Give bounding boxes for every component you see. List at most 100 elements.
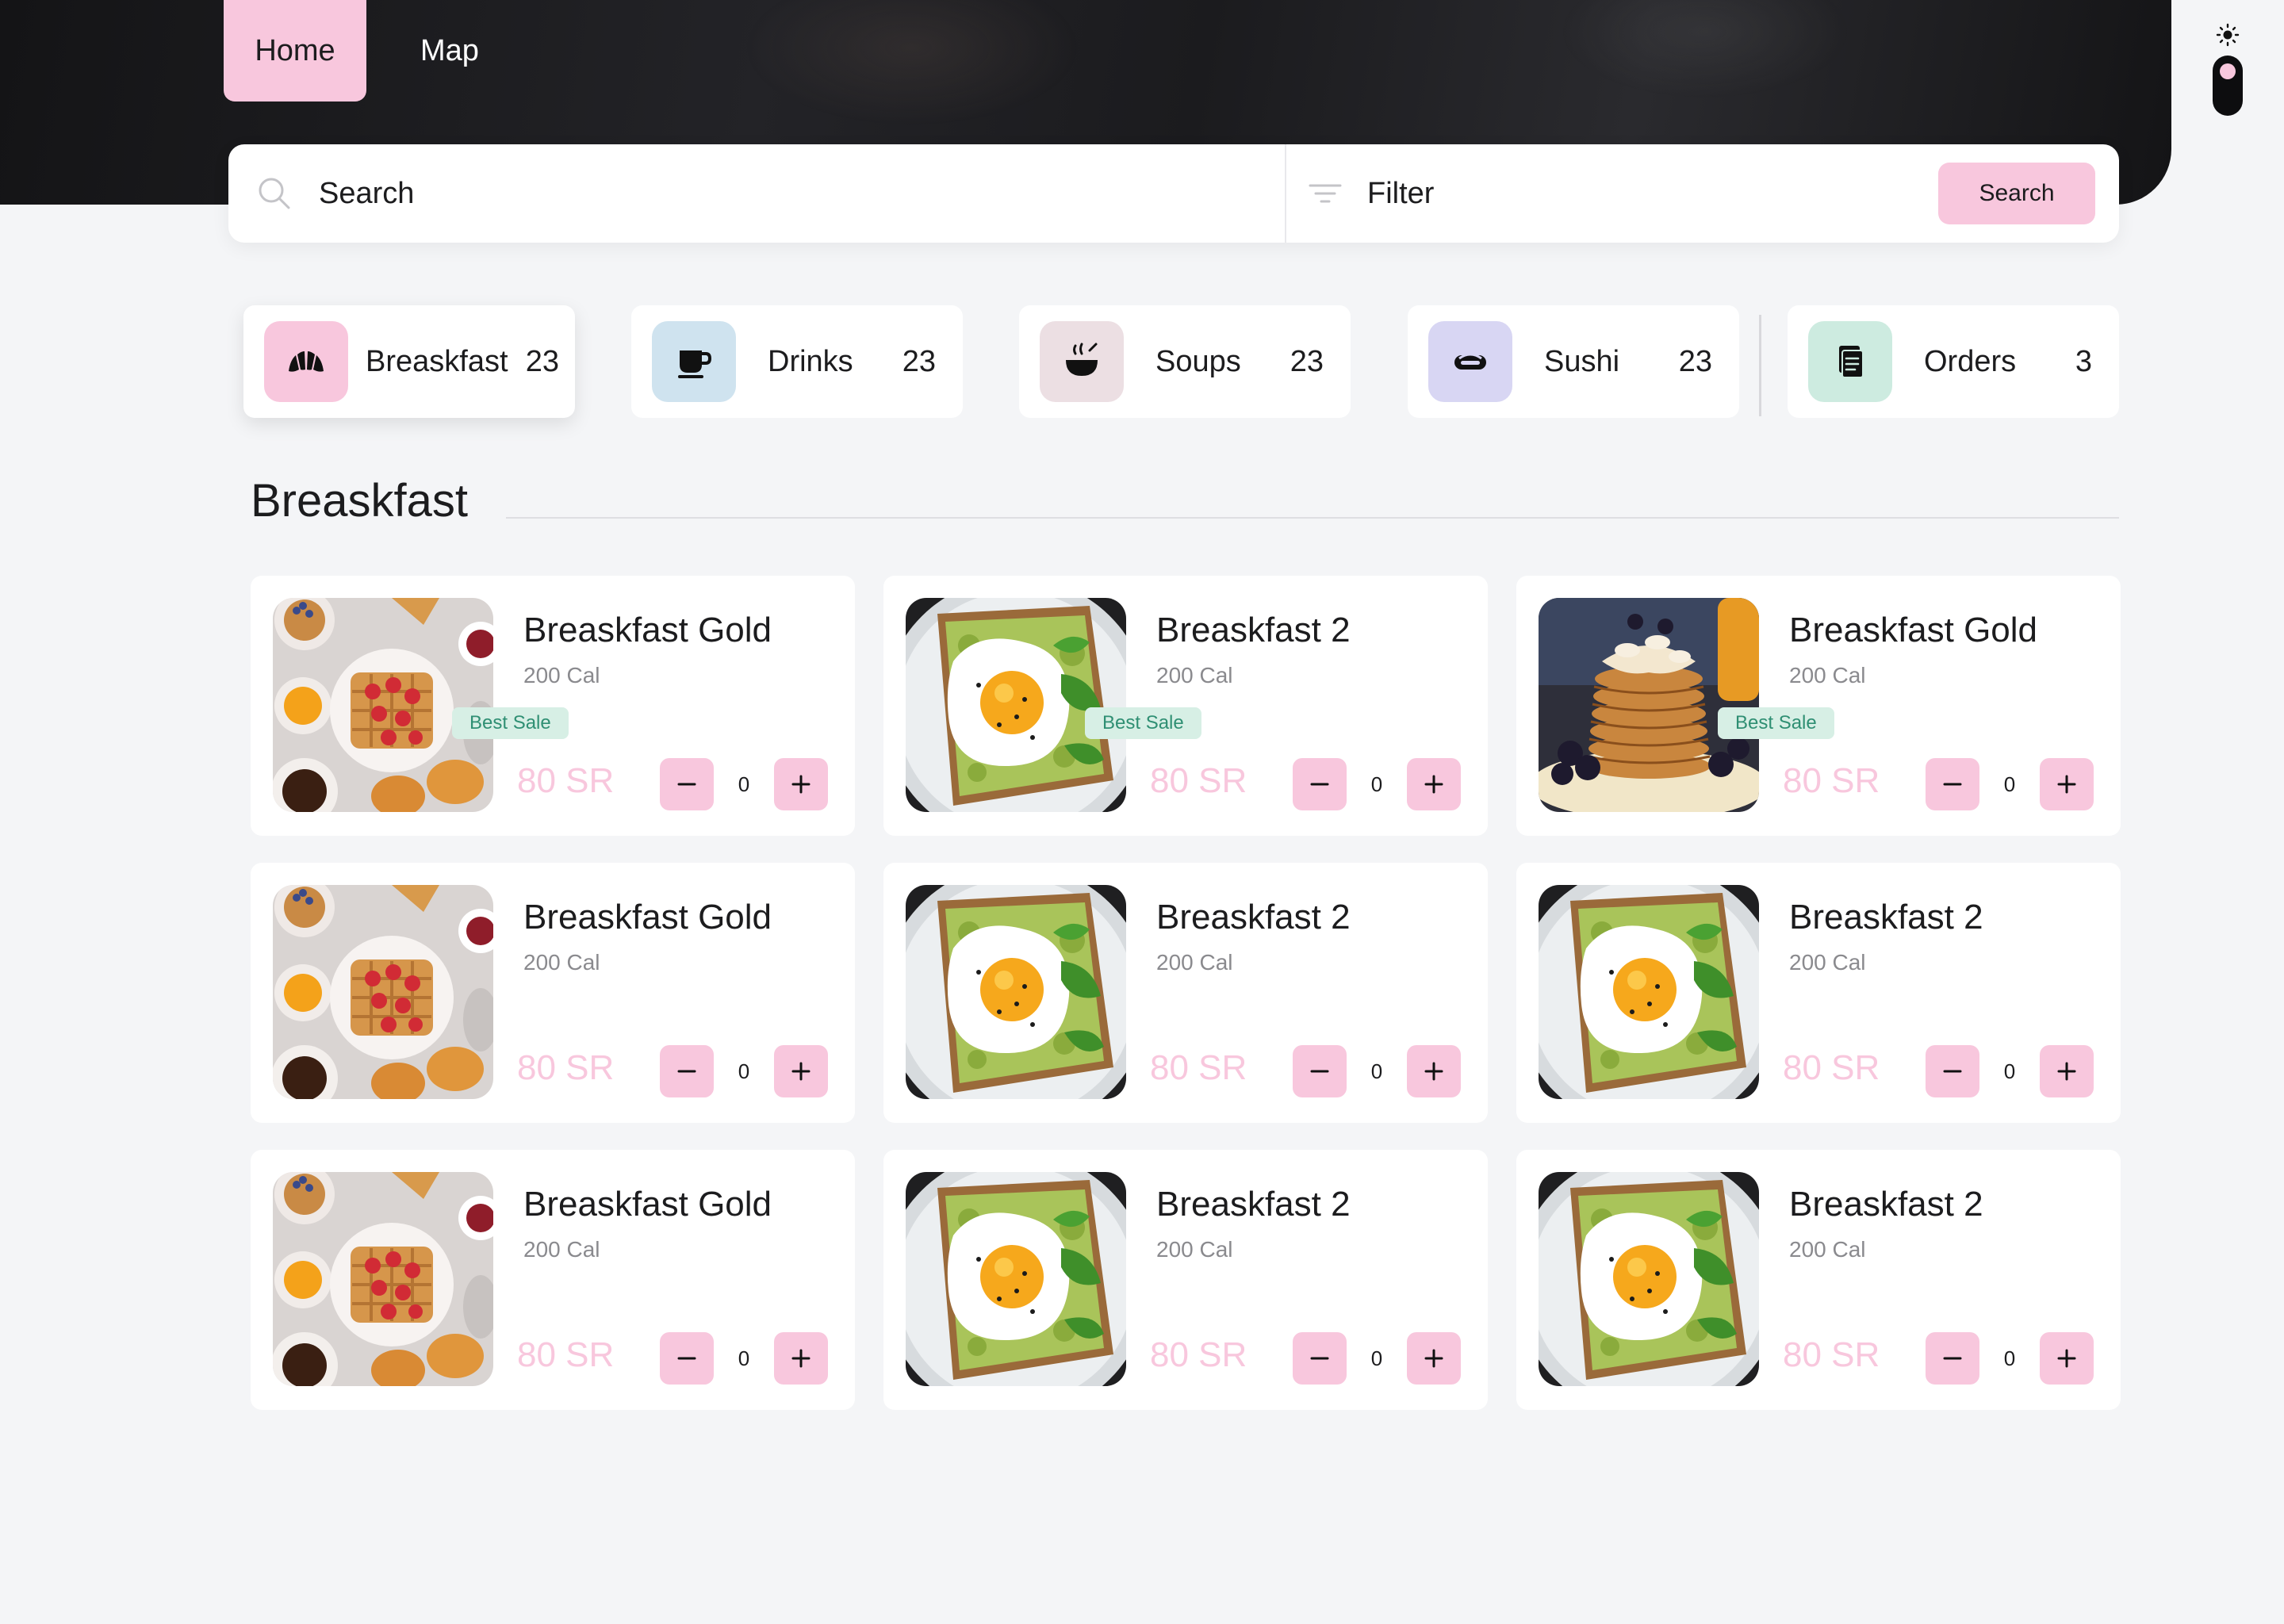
product-title: Breaskfast Gold	[1789, 611, 2038, 649]
sun-icon	[2216, 23, 2240, 47]
decrease-button[interactable]	[660, 758, 714, 810]
product-card[interactable]: Breaskfast 2 200 Cal 80 SR 0	[1516, 863, 2121, 1123]
product-grid: Breaskfast Gold 200 Cal Best Sale 80 SR 0 Br…	[251, 576, 2121, 1410]
section-divider	[506, 517, 2119, 519]
product-card[interactable]: Breaskfast 2 200 Cal Best Sale 80 SR 0	[883, 576, 1488, 836]
sushi-icon	[1454, 353, 1486, 370]
theme-toggle[interactable]	[2213, 22, 2243, 146]
filter-section[interactable]: Filter Search	[1286, 144, 2119, 243]
quantity-value: 0	[1370, 772, 1383, 796]
product-title: Breaskfast 2	[1156, 898, 1351, 936]
minus-icon	[1310, 1070, 1329, 1073]
decrease-button[interactable]	[1926, 758, 1979, 810]
product-image	[1539, 598, 1759, 812]
category-soups[interactable]: Soups 23	[1019, 305, 1351, 418]
category-label: Orders	[1924, 344, 2017, 378]
category-icon-bg	[1040, 321, 1124, 402]
product-card[interactable]: Breaskfast Gold 200 Cal 80 SR 0	[251, 863, 855, 1123]
product-calories: 200 Cal	[1156, 663, 1233, 688]
filter-icon	[1309, 184, 1342, 203]
decrease-button[interactable]	[1926, 1332, 1979, 1385]
product-price: 80 SR	[517, 761, 615, 800]
increase-button[interactable]	[1407, 1045, 1461, 1097]
increase-button[interactable]	[2040, 758, 2094, 810]
product-card[interactable]: Breaskfast Gold 200 Cal Best Sale 80 SR 0	[1516, 576, 2121, 836]
product-card[interactable]: Breaskfast Gold 200 Cal Best Sale 80 SR 0	[251, 576, 855, 836]
minus-icon	[1943, 783, 1962, 786]
quantity-stepper: 0	[1926, 1332, 2094, 1385]
product-price: 80 SR	[1783, 761, 1880, 800]
quantity-stepper: 0	[660, 1332, 828, 1385]
pancake-stack-image	[1539, 598, 1759, 812]
product-calories: 200 Cal	[523, 950, 600, 975]
plus-icon	[2057, 1062, 2076, 1081]
increase-button[interactable]	[774, 1332, 828, 1385]
decrease-button[interactable]	[1293, 758, 1347, 810]
category-icon-bg	[1428, 321, 1512, 402]
search-input[interactable]	[317, 175, 1034, 212]
product-price: 80 SR	[517, 1335, 615, 1374]
quantity-stepper: 0	[1293, 758, 1461, 810]
quantity-value: 0	[738, 1059, 750, 1083]
decrease-button[interactable]	[660, 1045, 714, 1097]
waffle-spread-image	[273, 598, 493, 812]
product-card[interactable]: Breaskfast 2 200 Cal 80 SR 0	[883, 863, 1488, 1123]
moon-icon	[2222, 127, 2230, 143]
quantity-stepper: 0	[1926, 1045, 2094, 1097]
theme-switch[interactable]	[2213, 56, 2243, 116]
plus-icon	[1424, 1349, 1443, 1368]
category-orders[interactable]: Orders 3	[1788, 305, 2119, 418]
minus-icon	[677, 783, 696, 786]
category-drinks[interactable]: Drinks 23	[631, 305, 963, 418]
category-breakfast[interactable]: Breaskfast 23	[243, 305, 575, 418]
search-icon	[259, 178, 290, 209]
product-price: 80 SR	[1150, 761, 1247, 800]
plus-icon	[1424, 775, 1443, 794]
increase-button[interactable]	[1407, 1332, 1461, 1385]
plus-icon	[791, 1062, 811, 1081]
minus-icon	[1943, 1070, 1962, 1073]
decrease-button[interactable]	[1293, 1332, 1347, 1385]
quantity-value: 0	[2003, 1346, 2016, 1370]
search-button[interactable]: Search	[1938, 163, 2095, 224]
product-image	[273, 1172, 493, 1386]
increase-button[interactable]	[2040, 1045, 2094, 1097]
soup-bowl-icon	[1066, 343, 1098, 376]
decrease-button[interactable]	[1926, 1045, 1979, 1097]
category-sushi[interactable]: Sushi 23	[1408, 305, 1739, 418]
filter-label: Filter	[1367, 176, 1435, 210]
category-count: 23	[1290, 344, 1324, 378]
product-title: Breaskfast Gold	[523, 1185, 772, 1224]
product-title: Breaskfast Gold	[523, 611, 772, 649]
increase-button[interactable]	[774, 1045, 828, 1097]
increase-button[interactable]	[2040, 1332, 2094, 1385]
category-icon-bg	[652, 321, 736, 402]
waffle-spread-image	[273, 1172, 493, 1386]
quantity-value: 0	[2003, 1059, 2016, 1083]
tab-map[interactable]: Map	[389, 0, 511, 102]
product-title: Breaskfast 2	[1156, 1185, 1351, 1224]
product-calories: 200 Cal	[523, 663, 600, 688]
top-nav: Home Map	[224, 0, 511, 102]
product-price: 80 SR	[1783, 1048, 1880, 1087]
product-card[interactable]: Breaskfast 2 200 Cal 80 SR 0	[883, 1150, 1488, 1410]
plus-icon	[2057, 775, 2076, 794]
product-card[interactable]: Breaskfast 2 200 Cal 80 SR 0	[1516, 1150, 2121, 1410]
decrease-button[interactable]	[660, 1332, 714, 1385]
decrease-button[interactable]	[1293, 1045, 1347, 1097]
plus-icon	[1424, 1062, 1443, 1081]
category-count: 23	[1678, 344, 1712, 378]
product-card[interactable]: Breaskfast Gold 200 Cal 80 SR 0	[251, 1150, 855, 1410]
product-calories: 200 Cal	[1789, 950, 1866, 975]
tab-home[interactable]: Home	[224, 0, 366, 102]
product-image	[906, 1172, 1126, 1386]
quantity-stepper: 0	[1293, 1045, 1461, 1097]
egg-avocado-toast-image	[1539, 1172, 1759, 1386]
category-bar: Breaskfast 23 Drinks 23 Soups 23 Sushi 2…	[0, 305, 2284, 418]
product-price: 80 SR	[1150, 1335, 1247, 1374]
minus-icon	[1310, 1357, 1329, 1360]
category-icon-bg	[264, 321, 348, 402]
increase-button[interactable]	[1407, 758, 1461, 810]
product-title: Breaskfast 2	[1789, 898, 1983, 936]
increase-button[interactable]	[774, 758, 828, 810]
